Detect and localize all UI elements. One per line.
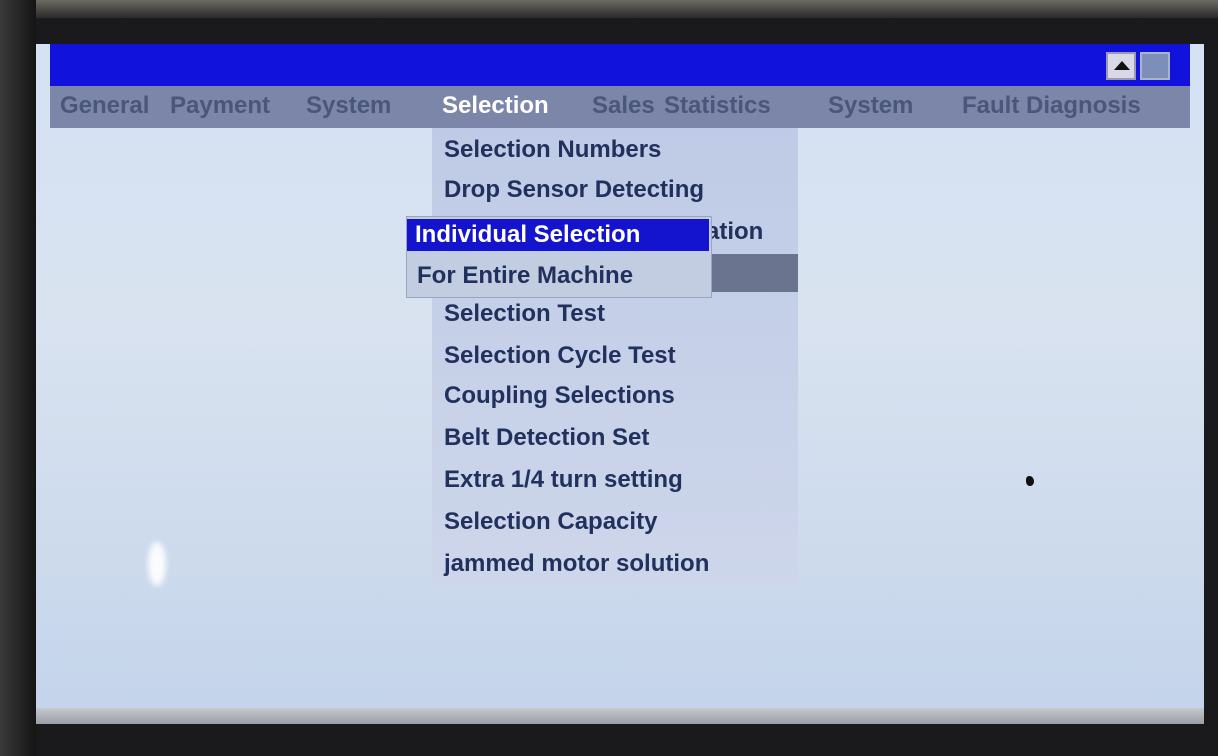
menu-sales[interactable]: Sales	[592, 92, 655, 120]
menu-item-drop-sensor-detecting[interactable]: Drop Sensor Detecting	[444, 176, 704, 204]
square-icon[interactable]	[1140, 52, 1170, 80]
screen-glare	[148, 542, 166, 586]
menu-item-coupling-selections[interactable]: Coupling Selections	[444, 382, 675, 410]
submenu-item-for-entire-machine[interactable]: For Entire Machine	[407, 259, 717, 293]
menu-general[interactable]: General	[60, 92, 149, 120]
menu-item-extra-turn-setting[interactable]: Extra 1/4 turn setting	[444, 466, 683, 494]
arrow-up-icon[interactable]	[1106, 52, 1136, 80]
menu-item-configuration-partial[interactable]: ation	[706, 218, 763, 246]
menu-item-selection-capacity[interactable]: Selection Capacity	[444, 508, 657, 536]
device-bezel-top	[0, 0, 1218, 18]
selection-dropdown: Selection Numbers Drop Sensor Detecting …	[432, 128, 798, 586]
submenu: Individual Selection For Entire Machine	[406, 216, 712, 298]
screen-bottom-strip	[36, 708, 1204, 724]
menu-item-selection-numbers[interactable]: Selection Numbers	[444, 136, 661, 164]
submenu-item-individual-selection[interactable]: Individual Selection	[407, 219, 709, 251]
menu-item-selection-cycle-test[interactable]: Selection Cycle Test	[444, 342, 676, 370]
menu-item-jammed-motor-solution[interactable]: jammed motor solution	[444, 550, 709, 578]
menu-fault-diagnosis[interactable]: Fault Diagnosis	[962, 92, 1141, 120]
screen: General Payment System Selection Sales S…	[36, 44, 1204, 724]
menu-payment[interactable]: Payment	[170, 92, 270, 120]
menu-item-selection-test[interactable]: Selection Test	[444, 300, 605, 328]
menu-system-1[interactable]: System	[306, 92, 391, 120]
menu-system-2[interactable]: System	[828, 92, 913, 120]
title-bar	[50, 44, 1190, 86]
screen-speck	[1026, 476, 1034, 486]
submenu-shadow	[704, 254, 798, 292]
menu-statistics[interactable]: Statistics	[664, 92, 771, 120]
menu-bar: General Payment System Selection Sales S…	[50, 86, 1190, 128]
device-bezel-left	[0, 0, 36, 756]
menu-item-belt-detection-set[interactable]: Belt Detection Set	[444, 424, 649, 452]
menu-selection[interactable]: Selection	[442, 92, 549, 120]
